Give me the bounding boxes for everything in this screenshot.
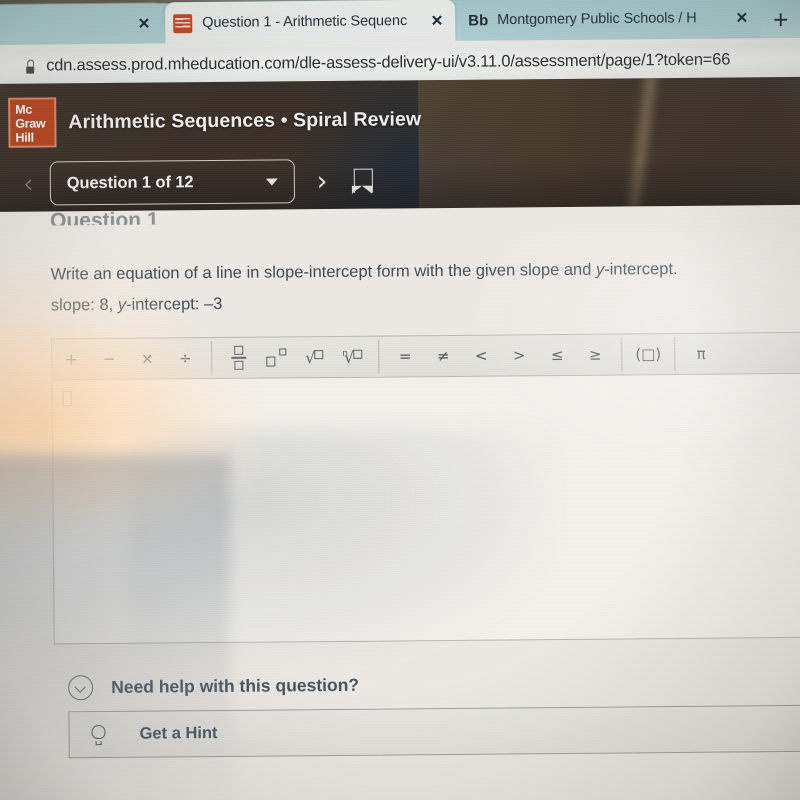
answer-input[interactable] [51,372,800,645]
new-tab-button[interactable]: + [773,4,788,34]
browser-tab-2-title: Question 1 - Arithmetic Sequenc [202,12,408,31]
blackboard-favicon-icon: Bb [468,11,489,29]
question-line-2-part-b: -intercept: –3 [125,294,223,314]
browser-tab-3-title: Montgomery Public Schools / H [497,10,697,29]
math-greater-than-button[interactable]: > [500,335,538,376]
get-a-hint-button[interactable]: Get a Hint [68,704,800,759]
question-line-2-part-a: slope: 8, [50,295,118,315]
question-line-1-part-b: -intercept. [604,259,678,279]
need-help-section[interactable]: Need help with this question? [68,669,800,701]
get-a-hint-label: Get a Hint [139,724,218,743]
math-nth-root-button[interactable]: n √ [333,336,371,377]
math-exponent-button[interactable] [257,337,295,378]
assignment-title: Arithmetic Sequences • Spiral Review [68,108,422,134]
browser-tab-2[interactable]: Question 1 - Arithmetic Sequenc ✕ [165,0,456,45]
need-help-label: Need help with this question? [111,674,360,697]
math-equals-button[interactable]: = [386,336,424,377]
math-parentheses-button[interactable]: (□) [629,334,667,375]
mcgraw-hill-favicon-icon [173,13,193,33]
nth-root-icon: n √ [342,347,363,366]
logo-line-2: Graw [15,116,46,131]
lightbulb-icon [91,724,105,744]
square-root-icon: √ [305,348,324,367]
exponent-icon [266,348,287,367]
math-square-root-button[interactable]: √ [295,336,333,377]
math-toolbar: + − × ÷ √ n √ = ≠ < > ≤ ≥ (□) π [51,331,800,380]
address-bar-url: cdn.assess.prod.mheducation.com/dle-asse… [46,50,731,75]
address-bar[interactable]: cdn.assess.prod.mheducation.com/dle-asse… [8,42,800,83]
browser-tab-1-title: rtal [0,16,128,34]
toolbar-separator-4 [674,337,676,372]
chevron-down-icon [265,177,278,186]
math-divide-button[interactable]: ÷ [166,338,204,379]
question-text: Write an equation of a line in slope-int… [50,253,781,321]
question-navigation: ‹ Question 1 of 12 › [23,159,373,206]
circled-chevron-down-icon[interactable] [68,675,94,701]
answer-input-caret [62,391,72,407]
question-selector-label: Question 1 of 12 [66,172,194,192]
logo-line-3: Hill [15,130,34,145]
screenshot-photo: rtal ✕ Question 1 - Arithmetic Sequenc ✕… [0,0,800,800]
browser-tab-1-close-icon[interactable]: ✕ [134,14,155,32]
browser-tab-1[interactable]: rtal ✕ [0,2,163,47]
logo-line-1: Mc [15,102,33,117]
browser-tab-2-close-icon[interactable]: ✕ [427,12,448,30]
bookmark-icon[interactable] [353,169,372,193]
math-less-than-button[interactable]: < [462,335,500,376]
question-line-1-part-a: Write an equation of a line in slope-int… [50,260,597,284]
fraction-icon [230,346,246,370]
mcgraw-hill-logo: Mc Graw Hill [8,97,57,148]
math-greater-equal-button[interactable]: ≥ [576,334,614,375]
math-minus-button[interactable]: − [90,338,128,379]
toolbar-separator-2 [378,339,380,374]
toolbar-separator-1 [211,341,213,376]
browser-tab-3[interactable]: Bb Montgomery Public Schools / H ✕ [460,0,761,42]
browser-tab-3-close-icon[interactable]: ✕ [732,9,753,27]
question-page-body: Question 1 Write an equation of a line i… [0,204,800,800]
next-question-button[interactable]: › [317,166,328,197]
math-pi-button[interactable]: π [682,333,720,374]
previous-question-button[interactable]: ‹ [23,168,34,199]
app-header: Mc Graw Hill Arithmetic Sequences • Spir… [0,76,800,226]
toolbar-separator-3 [621,337,623,372]
math-less-equal-button[interactable]: ≤ [538,334,576,375]
math-times-button[interactable]: × [128,338,166,379]
math-not-equals-button[interactable]: ≠ [424,335,462,376]
lock-icon [24,59,35,73]
math-fraction-button[interactable] [219,337,257,378]
math-plus-button[interactable]: + [52,339,90,380]
question-selector-dropdown[interactable]: Question 1 of 12 [49,159,295,206]
page-title: Question 1 [49,208,159,226]
question-line-1-variable: y [595,260,605,279]
